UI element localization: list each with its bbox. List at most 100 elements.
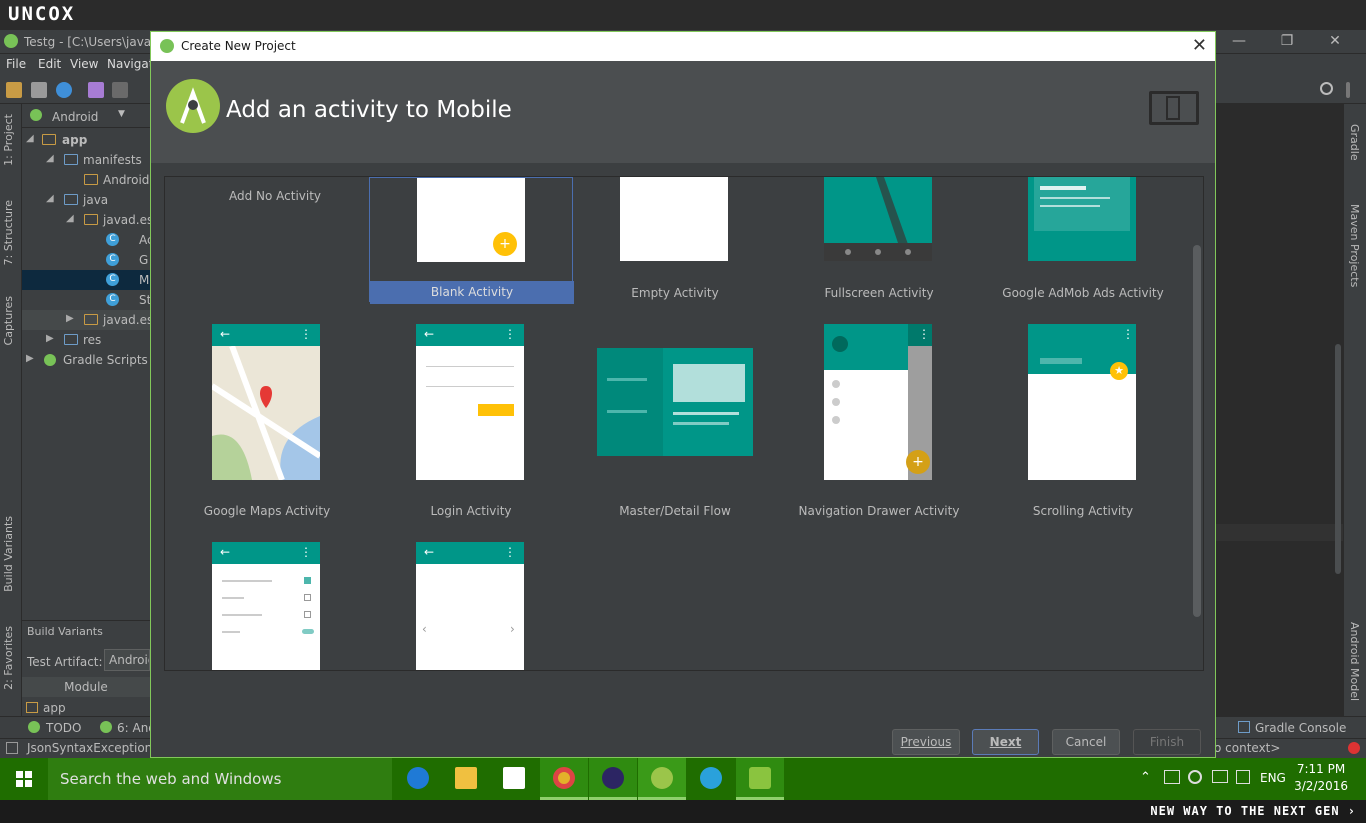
save-icon[interactable]	[31, 82, 47, 98]
tab-captures[interactable]: Captures	[2, 296, 15, 345]
cancel-button[interactable]: Cancel	[1052, 729, 1120, 755]
chevron-right-icon[interactable]: ▶	[66, 313, 74, 324]
windows-start-button[interactable]	[0, 758, 48, 800]
blank-activity-thumbnail: +	[417, 178, 525, 262]
open-folder-icon[interactable]	[6, 82, 22, 98]
taskbar-edge[interactable]	[394, 758, 442, 800]
ie-icon[interactable]	[1188, 770, 1202, 784]
taskbar-telegram[interactable]	[687, 758, 735, 800]
chevron-right-icon[interactable]: ▶	[26, 353, 34, 364]
search-icon[interactable]	[1320, 82, 1333, 95]
chevron-right-icon[interactable]: ▶	[46, 333, 54, 344]
taskbar-chrome[interactable]	[540, 758, 588, 800]
taskbar-clock[interactable]: 7:11 PM 3/2/2016	[1294, 761, 1348, 795]
create-project-dialog: Create New Project ✕ Add an activity to …	[150, 31, 1216, 758]
build-variants-title: Build Variants	[27, 625, 103, 638]
tree-item-manifests[interactable]: ◢ manifests	[22, 150, 150, 170]
template-maps-activity[interactable]: ← ⋮ Google Maps Activity	[165, 324, 369, 518]
context-indicator[interactable]: o context>	[1214, 741, 1280, 755]
taskbar-bluestacks[interactable]	[736, 758, 784, 800]
maximize-button[interactable]: ❐	[1264, 30, 1310, 54]
taskbar-android-studio[interactable]	[638, 758, 686, 800]
tab-maven-projects[interactable]: Maven Projects	[1348, 204, 1361, 287]
tab-todo[interactable]: TODO	[46, 721, 81, 735]
tree-item-class[interactable]: C G	[22, 250, 150, 270]
tree-item-class[interactable]: C Ac	[22, 230, 150, 250]
template-fullscreen-activity[interactable]: Fullscreen Activity	[777, 177, 981, 302]
language-indicator[interactable]: ENG	[1260, 771, 1286, 785]
back-arrow-icon: ←	[220, 327, 231, 341]
taskbar-store[interactable]	[490, 758, 538, 800]
template-master-detail-flow[interactable]: Master/Detail Flow	[573, 324, 777, 518]
close-icon[interactable]: ✕	[1192, 35, 1207, 56]
chevron-down-icon[interactable]: ◢	[66, 213, 74, 224]
android-studio-icon	[651, 767, 673, 789]
menu-view[interactable]: View	[70, 57, 98, 71]
back-arrow-icon: ←	[424, 545, 435, 559]
more-vert-icon: ⋮	[1122, 327, 1134, 341]
menu-navigate[interactable]: Navigat	[107, 57, 153, 71]
tab-android-model[interactable]: Android Model	[1348, 622, 1361, 701]
more-icon[interactable]	[1346, 82, 1350, 98]
sync-icon[interactable]	[56, 82, 72, 98]
menu-edit[interactable]: Edit	[38, 57, 61, 71]
test-artifact-label: Test Artifact:	[27, 655, 103, 669]
tab-project[interactable]: 1: Project	[2, 114, 15, 166]
taskbar-search-box[interactable]: Search the web and Windows	[48, 758, 392, 800]
class-icon: C	[106, 293, 119, 306]
template-admob-activity[interactable]: Google AdMob Ads Activity	[981, 177, 1185, 302]
chevron-down-icon[interactable]: ◢	[46, 193, 54, 204]
tab-gradle[interactable]: Gradle	[1348, 124, 1361, 161]
ime-icon[interactable]	[1164, 770, 1180, 784]
gallery-scrollbar[interactable]	[1193, 245, 1201, 617]
chevron-down-icon[interactable]: ◢	[26, 133, 34, 144]
minimize-button[interactable]: —	[1216, 30, 1262, 54]
redo-icon[interactable]	[112, 82, 128, 98]
tab-structure[interactable]: 7: Structure	[2, 200, 15, 265]
chevron-up-icon[interactable]: ⌃	[1140, 770, 1151, 785]
tree-item-res[interactable]: ▶ res	[22, 330, 150, 350]
action-center-icon[interactable]	[1236, 770, 1250, 784]
taskbar-eclipse[interactable]	[589, 758, 637, 800]
tree-item-gradle-scripts[interactable]: ▶ Gradle Scripts	[22, 350, 150, 370]
close-button[interactable]: ✕	[1312, 30, 1358, 54]
back-arrow-icon: ←	[424, 327, 435, 341]
undo-icon[interactable]	[88, 82, 104, 98]
template-blank-activity[interactable]: + Blank Activity	[369, 177, 574, 304]
tab-gradle-console[interactable]: Gradle Console	[1255, 721, 1346, 735]
tab-build-variants[interactable]: Build Variants	[2, 516, 15, 592]
template-empty-activity[interactable]: Empty Activity	[573, 177, 777, 302]
template-add-no-activity[interactable]: Add No Activity	[173, 177, 377, 302]
project-view-dropdown[interactable]: Android	[52, 110, 98, 124]
module-row[interactable]: app	[43, 701, 66, 715]
template-scrolling-activity[interactable]: ⋮ ★ Scrolling Activity	[981, 324, 1185, 518]
template-settings-activity[interactable]: ← ⋮	[165, 542, 369, 670]
tree-item-package[interactable]: ▶ javad.esn	[22, 310, 150, 330]
tree-item-manifest-file[interactable]: AndroidM	[22, 170, 150, 190]
tab-favorites[interactable]: 2: Favorites	[2, 626, 15, 690]
template-tabbed-activity[interactable]: ← ⋮ ‹ ›	[369, 542, 573, 670]
finish-button[interactable]: Finish	[1133, 729, 1201, 755]
editor-scrollbar[interactable]	[1335, 344, 1341, 574]
template-navigation-drawer[interactable]: + ⋮ Navigation Drawer Activity	[777, 324, 981, 518]
tree-item-java[interactable]: ◢ java	[22, 190, 150, 210]
next-button[interactable]: Next	[972, 729, 1039, 755]
template-login-activity[interactable]: ← ⋮ Login Activity	[369, 324, 573, 518]
status-toggle-icon[interactable]	[6, 742, 18, 754]
android-studio-logo-icon	[166, 79, 220, 133]
error-icon[interactable]	[1348, 742, 1360, 754]
clock-date: 3/2/2016	[1294, 779, 1348, 793]
menu-file[interactable]: File	[6, 57, 26, 71]
tree-item-package[interactable]: ◢ javad.esn	[22, 210, 150, 230]
taskbar-file-explorer[interactable]	[442, 758, 490, 800]
tabbed-activity-thumbnail: ← ⋮ ‹ ›	[416, 542, 524, 670]
network-icon[interactable]	[1212, 770, 1228, 783]
chevron-down-icon[interactable]: ▼	[118, 109, 125, 119]
tree-item-class[interactable]: C St	[22, 290, 150, 310]
module-column-header: Module	[22, 677, 150, 697]
test-artifact-select[interactable]: Android	[104, 649, 150, 671]
previous-button[interactable]: Previous	[892, 729, 960, 755]
tree-item-class-selected[interactable]: C M	[22, 270, 150, 290]
chevron-down-icon[interactable]: ◢	[46, 153, 54, 164]
tree-item-app[interactable]: ◢ app	[22, 130, 150, 150]
